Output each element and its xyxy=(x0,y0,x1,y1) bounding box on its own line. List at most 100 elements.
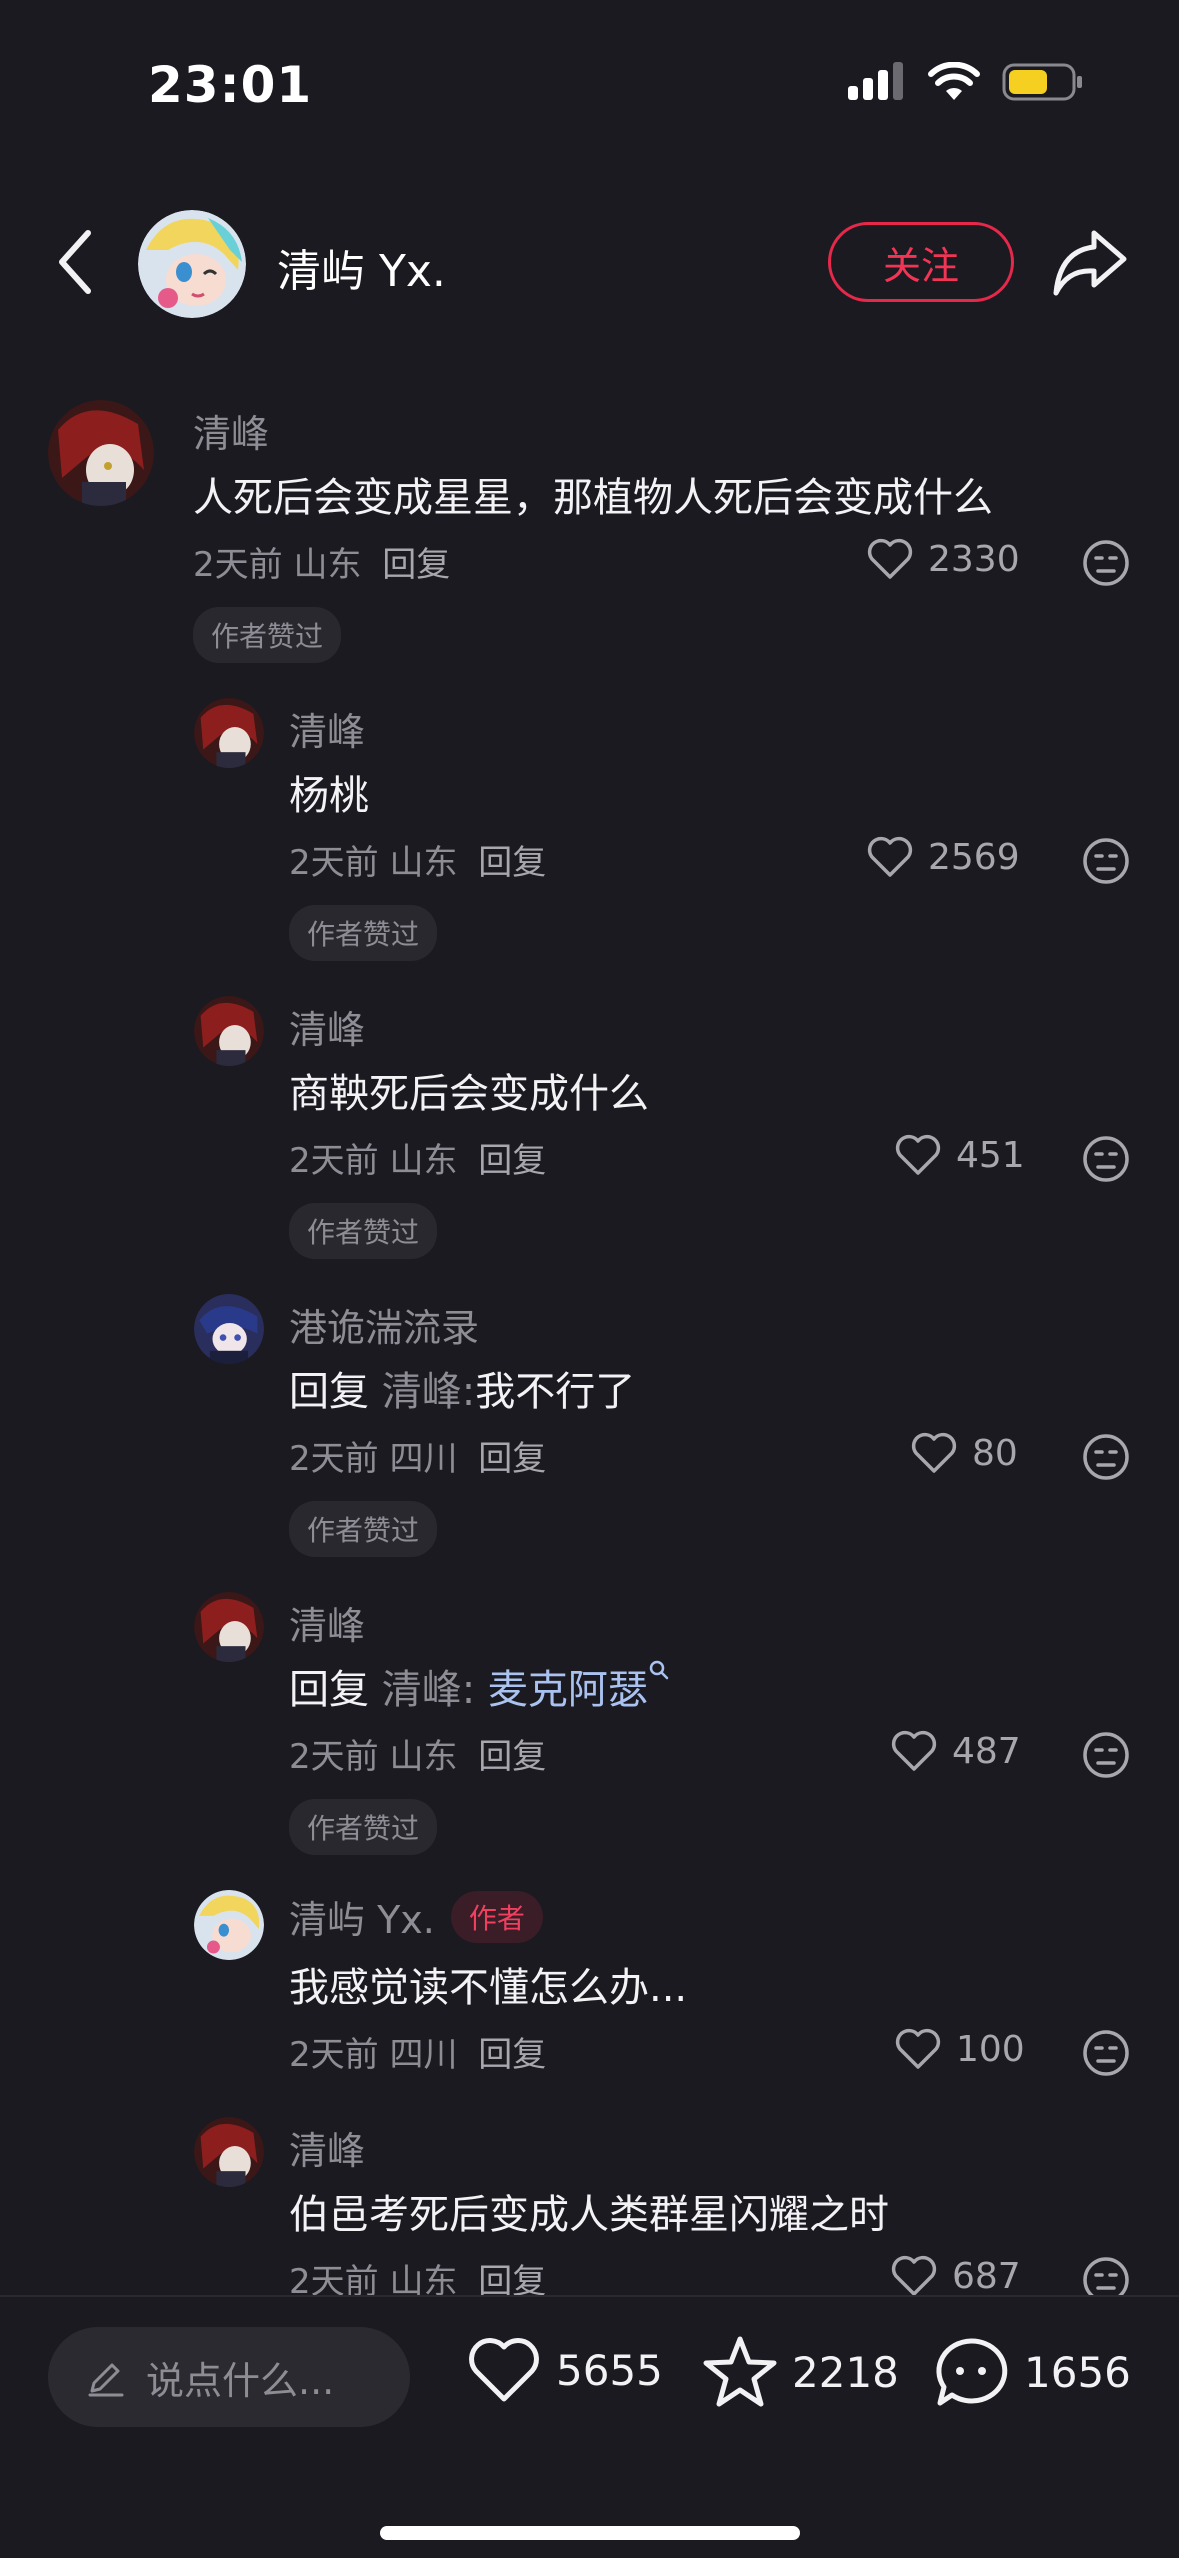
status-time: 23:01 xyxy=(148,56,313,114)
home-indicator[interactable] xyxy=(380,2526,800,2540)
status-bar: 23:01 xyxy=(0,0,1179,175)
like-button[interactable]: 80 xyxy=(910,1431,1018,1475)
comment-username[interactable]: 清峰 xyxy=(193,403,269,458)
comment-list: 清峰 人死后会变成星星，那植物人死后会变成什么 2天前 山东 回复 2330 作… xyxy=(0,395,1179,2295)
reply-button[interactable]: 回复 xyxy=(478,1737,546,1777)
reply-target[interactable]: 清峰: xyxy=(382,1667,475,1713)
comment-text[interactable]: 人死后会变成星星，那植物人死后会变成什么 xyxy=(193,465,993,523)
comment-username[interactable]: 清屿 Yx. 作者 xyxy=(289,1889,543,1944)
star-icon xyxy=(703,2336,777,2407)
cellular-signal-icon xyxy=(848,62,903,100)
comment-username[interactable]: 清峰 xyxy=(289,999,365,1054)
like-count: 100 xyxy=(956,2028,1025,2070)
comment-meta: 2天前 山东 回复 xyxy=(289,1133,546,1182)
user-avatar[interactable] xyxy=(194,698,264,768)
reply-button[interactable]: 回复 xyxy=(478,1439,546,1479)
comment-input[interactable]: 说点什么... xyxy=(48,2327,410,2427)
comment-time: 2天前 xyxy=(289,1439,379,1479)
comment-username[interactable]: 港诡湍流录 xyxy=(289,1297,479,1352)
comment-meta: 2天前 四川 回复 xyxy=(289,1431,546,1480)
reply-button[interactable]: 回复 xyxy=(478,2262,546,2295)
wifi-icon xyxy=(928,62,980,100)
author-liked-badge: 作者赞过 xyxy=(289,1799,438,1855)
search-icon[interactable] xyxy=(648,1659,670,1681)
author-avatar[interactable] xyxy=(138,210,246,318)
like-count: 2569 xyxy=(928,836,1020,878)
dislike-face-icon[interactable] xyxy=(1082,539,1130,587)
comment-location: 山东 xyxy=(389,1141,458,1181)
speech-bubble-icon xyxy=(936,2338,1008,2406)
comment-text[interactable]: 回复 清峰:我不行了 xyxy=(289,1359,635,1417)
reply-item: 清峰 伯邑考死后变成人类群星闪耀之时 2天前 山东 回复 687 xyxy=(0,2112,1179,2295)
like-count: 487 xyxy=(952,1730,1021,1772)
reply-item: 清峰 杨桃 2天前 山东 回复 2569 作者赞过 xyxy=(0,693,1179,963)
author-liked-badge: 作者赞过 xyxy=(193,607,342,663)
comment-time: 2天前 xyxy=(289,2035,379,2075)
author-name[interactable]: 清屿 Yx. xyxy=(277,235,446,299)
reply-button[interactable]: 回复 xyxy=(478,1141,546,1181)
follow-button[interactable]: 关注 xyxy=(828,222,1014,302)
like-button[interactable]: 100 xyxy=(894,2027,1025,2071)
reply-button[interactable]: 回复 xyxy=(478,843,546,883)
dislike-face-icon[interactable] xyxy=(1082,2256,1130,2295)
favorite-post-button[interactable]: 2218 xyxy=(702,2335,899,2409)
user-avatar[interactable] xyxy=(48,400,154,506)
dislike-face-icon[interactable] xyxy=(1082,1731,1130,1779)
reply-target[interactable]: 清峰: xyxy=(382,1369,475,1415)
comment-text[interactable]: 商鞅死后会变成什么 xyxy=(289,1061,649,1119)
comment-time: 2天前 xyxy=(193,545,283,585)
like-total: 5655 xyxy=(556,2345,663,2395)
comment-location: 山东 xyxy=(389,1737,458,1777)
like-count: 687 xyxy=(952,2255,1021,2296)
comment-total: 1656 xyxy=(1024,2347,1131,2397)
like-post-button[interactable]: 5655 xyxy=(466,2335,663,2405)
reply-item: 清峰 回复 清峰: 麦克阿瑟 2天前 山东 回复 487 作者赞过 xyxy=(0,1587,1179,1857)
heart-icon xyxy=(867,538,913,579)
like-count: 451 xyxy=(956,1134,1025,1176)
comment-text[interactable]: 我感觉读不懂怎么办... xyxy=(289,1955,687,2013)
comment-text[interactable]: 回复 清峰: 麦克阿瑟 xyxy=(289,1657,670,1715)
user-avatar[interactable] xyxy=(194,1294,264,1364)
reply-item: 清屿 Yx. 作者 我感觉读不懂怎么办... 2天前 四川 回复 100 xyxy=(0,1885,1179,2095)
reply-button[interactable]: 回复 xyxy=(478,2035,546,2075)
comment-text[interactable]: 杨桃 xyxy=(289,763,369,821)
user-avatar[interactable] xyxy=(194,2117,264,2187)
comment-location: 山东 xyxy=(389,2262,458,2295)
like-button[interactable]: 2330 xyxy=(866,537,1020,581)
dislike-face-icon[interactable] xyxy=(1082,2029,1130,2077)
reply-item: 清峰 商鞅死后会变成什么 2天前 山东 回复 451 作者赞过 xyxy=(0,991,1179,1261)
chevron-left-icon[interactable] xyxy=(50,227,100,297)
comment-location: 山东 xyxy=(389,843,458,883)
like-button[interactable]: 2569 xyxy=(866,835,1020,879)
comment-username[interactable]: 清峰 xyxy=(289,2120,365,2175)
like-button[interactable]: 487 xyxy=(890,1729,1021,1773)
like-button[interactable]: 451 xyxy=(894,1133,1025,1177)
comment-input-placeholder: 说点什么... xyxy=(146,2358,335,2403)
like-count: 2330 xyxy=(928,538,1020,580)
comment-text[interactable]: 伯邑考死后变成人类群星闪耀之时 xyxy=(289,2182,889,2240)
comment-username[interactable]: 清峰 xyxy=(289,1595,365,1650)
dislike-face-icon[interactable] xyxy=(1082,837,1130,885)
user-avatar[interactable] xyxy=(194,1890,264,1960)
user-avatar[interactable] xyxy=(194,996,264,1066)
comment-meta: 2天前 山东 回复 xyxy=(289,835,546,884)
like-button[interactable]: 687 xyxy=(890,2254,1021,2295)
user-avatar[interactable] xyxy=(194,1592,264,1662)
author-tag: 作者 xyxy=(450,1890,543,1943)
reply-prefix: 回复 xyxy=(289,1667,369,1713)
reply-button[interactable]: 回复 xyxy=(382,545,450,585)
dislike-face-icon[interactable] xyxy=(1082,1135,1130,1183)
comment-item: 清峰 人死后会变成星星，那植物人死后会变成什么 2天前 山东 回复 2330 作… xyxy=(0,395,1179,665)
comment-time: 2天前 xyxy=(289,2262,379,2295)
comment-meta: 2天前 山东 回复 xyxy=(289,2254,546,2295)
comment-username[interactable]: 清峰 xyxy=(289,701,365,756)
status-icons xyxy=(848,62,1084,102)
share-arrow-icon[interactable] xyxy=(1052,227,1128,299)
search-link[interactable]: 麦克阿瑟 xyxy=(488,1667,648,1713)
reply-body: 我不行了 xyxy=(475,1369,636,1415)
comment-post-button[interactable]: 1656 xyxy=(932,2335,1131,2409)
dislike-face-icon[interactable] xyxy=(1082,1433,1130,1481)
pencil-icon xyxy=(88,2363,124,2397)
comment-meta: 2天前 山东 回复 xyxy=(193,537,450,586)
comment-meta: 2天前 四川 回复 xyxy=(289,2027,546,2076)
